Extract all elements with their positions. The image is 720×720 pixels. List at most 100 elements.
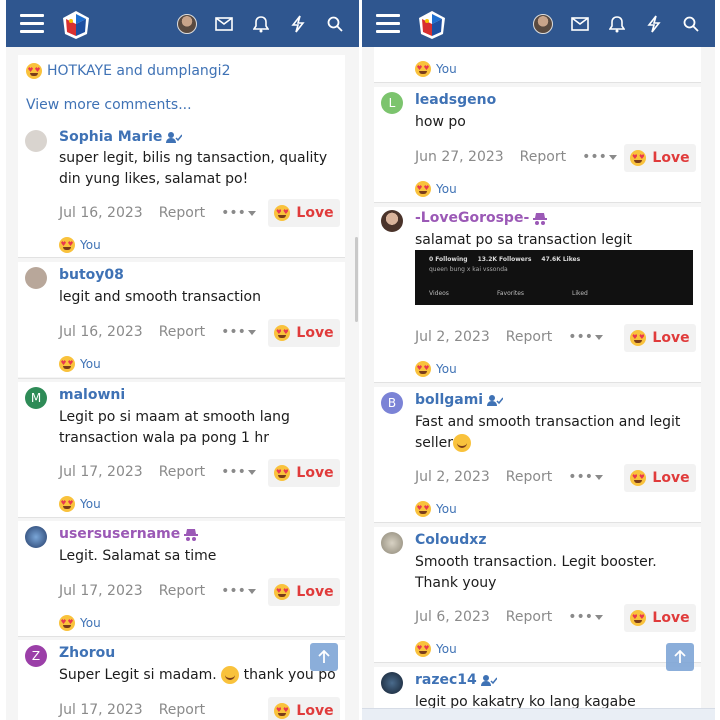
love-button[interactable]: Love [268,578,340,606]
reaction-list[interactable]: You [415,181,457,197]
more-options-icon[interactable]: ••• [221,324,256,340]
divider [18,636,345,637]
comment-date[interactable]: Jul 2, 2023 [415,329,490,345]
mail-icon[interactable] [561,16,598,31]
reaction-list[interactable]: You [415,641,457,657]
love-button[interactable]: Love [268,319,340,347]
site-logo[interactable] [60,9,90,39]
report-link[interactable]: Report [520,149,566,165]
reaction-summary[interactable]: HOTKAYE and dumplangi2 [26,63,230,79]
reaction-list[interactable]: You [415,501,457,517]
bolt-icon[interactable] [279,15,316,33]
avatar[interactable]: Z [25,645,47,667]
scrollbar[interactable] [355,237,358,322]
comment-date[interactable]: Jul 16, 2023 [59,324,143,340]
love-button[interactable]: Love [624,464,696,492]
love-emoji-icon [59,496,75,512]
scroll-top-button[interactable] [666,643,694,671]
reaction-list[interactable]: You [415,361,457,377]
comment-date[interactable]: Jul 17, 2023 [59,702,143,718]
reaction-summary-card: HOTKAYE and dumplangi2 View more comment… [18,55,345,130]
love-button[interactable]: Love [268,697,340,720]
comment-date[interactable]: Jul 6, 2023 [415,609,490,625]
more-options-icon[interactable]: ••• [582,149,617,165]
love-button[interactable]: Love [624,604,696,632]
report-link[interactable]: Report [159,702,205,718]
username[interactable]: razec14 [415,672,497,688]
attached-screenshot-image[interactable]: 0 Following 13.2K Followers 47.6K Likes queen… [415,250,693,305]
user-avatar[interactable] [168,13,205,34]
username[interactable]: malowni [59,387,125,403]
avatar[interactable] [25,526,47,548]
reaction-users[interactable]: HOTKAYE and dumplangi2 [47,63,230,79]
username[interactable]: -LoveGorospe- [415,210,548,226]
report-link[interactable]: Report [159,324,205,340]
bell-icon[interactable] [598,15,635,33]
search-icon[interactable] [672,16,709,32]
username[interactable]: usersusername [59,526,199,542]
comment-date[interactable]: Jul 17, 2023 [59,583,143,599]
avatar[interactable] [381,532,403,554]
reaction-list[interactable]: You [59,615,101,631]
reaction-list[interactable]: You [415,61,457,77]
bolt-icon[interactable] [635,15,672,33]
comment-text: legit and smooth transaction [59,289,261,305]
username[interactable]: Zhorou [59,645,115,661]
report-link[interactable]: Report [506,329,552,345]
reaction-list[interactable]: You [59,237,101,253]
comment-date[interactable]: Jul 2, 2023 [415,469,490,485]
bell-icon[interactable] [242,15,279,33]
love-button[interactable]: Love [268,199,340,227]
mail-icon[interactable] [205,16,242,31]
avatar[interactable] [381,672,403,694]
report-link[interactable]: Report [159,205,205,221]
love-button[interactable]: Love [624,144,696,172]
avatar[interactable] [381,210,403,232]
avatar[interactable]: B [381,392,403,414]
love-emoji-icon [59,356,75,372]
view-more-comments-link[interactable]: View more comments... [26,97,192,113]
comment-item: butoy08 legit and smooth transaction Jul… [18,262,345,377]
love-button[interactable]: Love [268,459,340,487]
comment-meta: Jul 16, 2023 Report ••• [59,205,256,221]
report-link[interactable]: Report [506,609,552,625]
report-link[interactable]: Report [159,583,205,599]
more-options-icon[interactable]: ••• [221,205,256,221]
more-options-icon[interactable]: ••• [221,583,256,599]
comment-meta: Jul 17, 2023 Report ••• [59,583,256,599]
more-options-icon[interactable]: ••• [568,329,603,345]
report-link[interactable]: Report [506,469,552,485]
comment-text: super legit, bilis ng tansaction, qualit… [59,150,328,187]
search-icon[interactable] [316,16,353,32]
username[interactable]: bollgami [415,392,504,408]
username[interactable]: Coloudxz [415,532,486,548]
bottom-navigation-bar[interactable] [362,708,715,720]
menu-icon[interactable] [20,14,44,33]
avatar[interactable] [25,267,47,289]
site-logo[interactable] [416,9,446,39]
more-options-icon[interactable]: ••• [568,469,603,485]
report-link[interactable]: Report [159,464,205,480]
menu-icon[interactable] [376,14,400,33]
more-options-icon[interactable]: ••• [568,609,603,625]
comment-meta: Jul 16, 2023 Report ••• [59,324,256,340]
comment-text: Legit po si maam at smooth lang transact… [59,409,290,446]
arrow-up-icon [674,650,686,663]
comment-date[interactable]: Jul 17, 2023 [59,464,143,480]
avatar[interactable]: M [25,387,47,409]
reaction-list[interactable]: You [59,496,101,512]
username[interactable]: leadsgeno [415,92,496,108]
more-options-icon[interactable]: ••• [221,464,256,480]
love-emoji-icon [415,361,431,377]
reaction-list[interactable]: You [59,356,101,372]
comment-item: Z Zhorou Super Legit si madam. thank you… [18,640,345,720]
avatar[interactable]: L [381,92,403,114]
username[interactable]: Sophia Marie [59,129,183,145]
love-button[interactable]: Love [624,324,696,352]
avatar[interactable] [25,130,47,152]
user-avatar[interactable] [524,13,561,34]
username[interactable]: butoy08 [59,267,124,283]
comment-date[interactable]: Jun 27, 2023 [415,149,504,165]
scroll-top-button[interactable] [310,643,338,671]
comment-date[interactable]: Jul 16, 2023 [59,205,143,221]
